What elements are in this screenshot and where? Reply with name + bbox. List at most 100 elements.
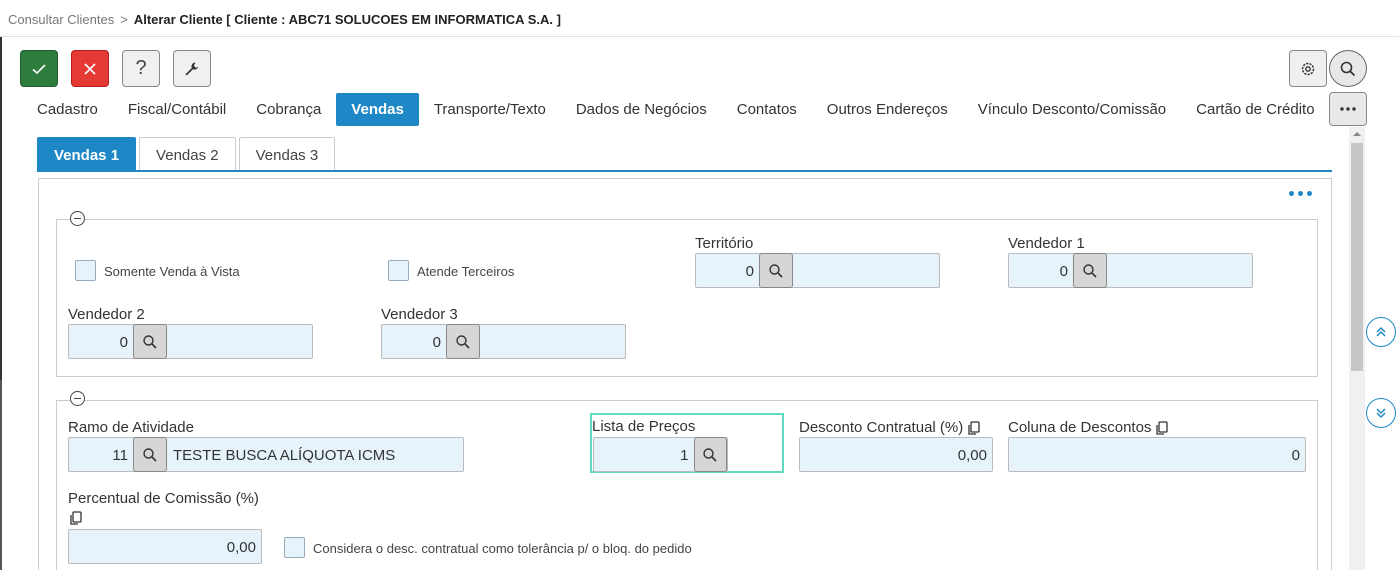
vendedor1-label: Vendedor 1 xyxy=(1008,235,1085,252)
copy-icon[interactable] xyxy=(69,511,82,526)
tab-cobranca[interactable]: Cobrança xyxy=(241,93,336,126)
atende-terceiros-checkbox[interactable] xyxy=(388,260,409,281)
collapse-icon[interactable] xyxy=(70,211,85,226)
tab-outros-enderecos[interactable]: Outros Endereços xyxy=(812,93,963,126)
coluna-descontos-label: Coluna de Descontos xyxy=(1008,419,1152,436)
help-button[interactable]: ? xyxy=(122,50,160,87)
search-icon xyxy=(769,263,783,278)
subtab-vendas-3[interactable]: Vendas 3 xyxy=(238,137,336,171)
search-icon xyxy=(1340,61,1356,76)
search-icon xyxy=(703,447,717,462)
coluna-descontos-label-row: Coluna de Descontos xyxy=(1008,419,1169,436)
percentual-comissao-input[interactable]: 0,00 xyxy=(69,530,261,563)
sub-tabs: Vendas 1 Vendas 2 Vendas 3 xyxy=(37,137,338,171)
search-icon xyxy=(143,334,157,349)
territorio-lookup-button[interactable] xyxy=(759,253,793,288)
main-tabs: Cadastro Fiscal/Contábil Cobrança Vendas… xyxy=(22,93,1330,126)
vendedor1-lookup-button[interactable] xyxy=(1073,253,1107,288)
tab-dados-de-negocios[interactable]: Dados de Negócios xyxy=(561,93,722,126)
breadcrumb-current: Alterar Cliente [ Cliente : ABC71 SOLUCO… xyxy=(133,12,561,27)
vendedor1-input[interactable]: 0 xyxy=(1009,254,1073,287)
scroll-bottom-button[interactable] xyxy=(1366,398,1396,428)
territorio-input[interactable]: 0 xyxy=(696,254,759,287)
tab-cartao-de-credito[interactable]: Cartão de Crédito xyxy=(1181,93,1329,126)
panel-options-button[interactable] xyxy=(1289,191,1312,196)
tab-fiscal-contabil[interactable]: Fiscal/Contábil xyxy=(113,93,241,126)
search-icon xyxy=(1083,263,1097,278)
vendedor3-field: 0 xyxy=(381,324,626,359)
desconto-contratual-field: 0,00 xyxy=(799,437,993,472)
scroll-top-button[interactable] xyxy=(1366,317,1396,347)
vendedor3-input[interactable]: 0 xyxy=(382,325,446,358)
tab-vendas[interactable]: Vendas xyxy=(336,93,419,126)
header-divider xyxy=(0,36,1399,37)
ramo-atividade-input[interactable]: 11 xyxy=(69,438,133,471)
search-icon xyxy=(143,447,157,462)
more-horizontal-icon xyxy=(1340,107,1356,111)
collapse-icon[interactable] xyxy=(70,391,85,406)
vendedor2-field: 0 xyxy=(68,324,313,359)
breadcrumb-separator: > xyxy=(120,12,128,27)
coluna-descontos-field: 0 xyxy=(1008,437,1306,472)
territorio-description xyxy=(793,254,939,287)
cancel-button[interactable] xyxy=(71,50,109,87)
lista-precos-field: 1 xyxy=(593,437,728,472)
vendedor2-input[interactable]: 0 xyxy=(69,325,133,358)
desconto-contratual-label: Desconto Contratual (%) xyxy=(799,419,964,436)
double-chevron-up-icon xyxy=(1376,326,1386,337)
copy-icon[interactable] xyxy=(1155,420,1169,436)
atende-terceiros-label: Atende Terceiros xyxy=(417,264,515,279)
search-icon xyxy=(456,334,470,349)
subtab-vendas-2[interactable]: Vendas 2 xyxy=(139,137,236,171)
desconto-contratual-input[interactable]: 0,00 xyxy=(800,438,992,471)
more-tabs-button[interactable] xyxy=(1329,92,1367,126)
wrench-icon xyxy=(185,62,199,75)
check-icon xyxy=(32,63,46,74)
help-icon: ? xyxy=(135,57,147,79)
vendedor3-label: Vendedor 3 xyxy=(381,306,458,323)
window-edge-lower xyxy=(0,380,2,570)
lista-precos-lookup-button[interactable] xyxy=(693,437,727,472)
gear-icon xyxy=(1301,62,1315,75)
vendedor2-description xyxy=(167,325,312,358)
vendedor3-description xyxy=(480,325,625,358)
confirm-button[interactable] xyxy=(20,50,58,87)
vendedor1-field: 0 xyxy=(1008,253,1253,288)
tab-transporte-texto[interactable]: Transporte/Texto xyxy=(419,93,561,126)
coluna-descontos-input[interactable]: 0 xyxy=(1009,438,1305,471)
vendedor2-label: Vendedor 2 xyxy=(68,306,145,323)
considera-desconto-label: Considera o desc. contratual como tolerâ… xyxy=(313,541,692,556)
vendedor2-lookup-button[interactable] xyxy=(133,324,167,359)
territorio-label: Território xyxy=(695,235,754,252)
tab-contatos[interactable]: Contatos xyxy=(722,93,812,126)
scroll-up-arrow-icon[interactable] xyxy=(1351,128,1363,140)
ramo-atividade-label: Ramo de Atividade xyxy=(68,419,194,436)
percentual-comissao-label: Percentual de Comissão (%) xyxy=(68,490,259,507)
lista-precos-label: Lista de Preços xyxy=(592,418,696,435)
lista-precos-input[interactable]: 1 xyxy=(594,438,694,471)
tools-button[interactable] xyxy=(173,50,211,87)
percentual-comissao-field: 0,00 xyxy=(68,529,262,564)
tab-vinculo-desconto-comissao[interactable]: Vínculo Desconto/Comissão xyxy=(963,93,1181,126)
breadcrumb: Consultar Clientes > Alterar Cliente [ Cli… xyxy=(8,12,561,27)
desconto-contratual-label-row: Desconto Contratual (%) xyxy=(799,419,980,436)
subtabs-underline xyxy=(37,170,1332,172)
somente-venda-vista-label: Somente Venda à Vista xyxy=(104,264,240,279)
double-chevron-down-icon xyxy=(1376,408,1386,419)
subtab-vendas-1[interactable]: Vendas 1 xyxy=(37,137,137,171)
settings-button[interactable] xyxy=(1289,50,1327,87)
breadcrumb-parent[interactable]: Consultar Clientes xyxy=(8,12,114,27)
territorio-field: 0 xyxy=(695,253,940,288)
scrollbar-thumb[interactable] xyxy=(1351,143,1363,371)
vendedor3-lookup-button[interactable] xyxy=(446,324,480,359)
considera-desconto-checkbox[interactable] xyxy=(284,537,305,558)
ramo-atividade-lookup-button[interactable] xyxy=(133,437,167,472)
vendedor1-description xyxy=(1107,254,1252,287)
ramo-atividade-field: 11 TESTE BUSCA ALÍQUOTA ICMS xyxy=(68,437,464,472)
tab-cadastro[interactable]: Cadastro xyxy=(22,93,113,126)
ramo-atividade-description: TESTE BUSCA ALÍQUOTA ICMS xyxy=(173,447,396,464)
search-button[interactable] xyxy=(1329,50,1367,87)
close-icon xyxy=(84,62,96,75)
somente-venda-vista-checkbox[interactable] xyxy=(75,260,96,281)
copy-icon[interactable] xyxy=(967,420,980,436)
